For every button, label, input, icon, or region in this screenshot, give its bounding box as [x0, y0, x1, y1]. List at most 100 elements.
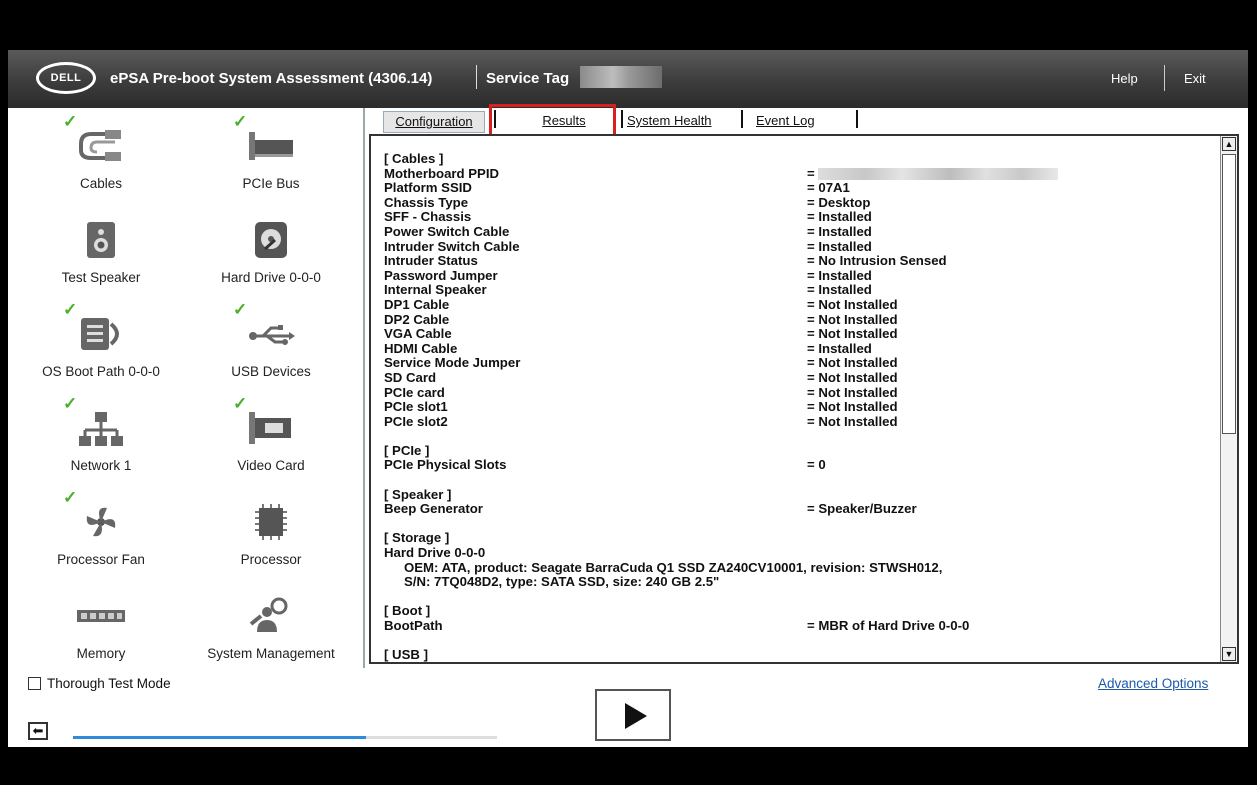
device-label: Cables [79, 176, 123, 191]
config-row: BootPath = MBR of Hard Drive 0-0-0 [384, 618, 970, 633]
device-video-card[interactable]: ✓ Video Card [191, 394, 351, 490]
config-row: Intruder Switch Cable = Installed [384, 238, 872, 254]
device-label: Video Card [237, 458, 305, 473]
config-row: VGA Cable = Not Installed [384, 326, 898, 342]
service-tag-redacted [580, 66, 662, 88]
scroll-thumb[interactable] [1222, 154, 1236, 434]
system-management-icon [249, 597, 288, 632]
config-row: PCIe slot1 = Not Installed [384, 399, 898, 415]
help-button[interactable]: Help [1111, 71, 1138, 86]
device-test-speaker[interactable]: Test Speaker [21, 208, 181, 302]
config-row: Service Mode Jumper = Not Installed [384, 355, 898, 371]
device-label: Hard Drive 0-0-0 [221, 270, 321, 285]
processor-icon [255, 504, 287, 540]
config-row: Platform SSID = 07A1 [384, 180, 850, 196]
speaker-icon [87, 222, 115, 258]
section-header-speaker: [ Speaker ] [384, 486, 452, 502]
device-label: Processor Fan [57, 552, 145, 567]
service-tag-label: Service Tag [486, 70, 570, 87]
boot-path-icon [81, 318, 119, 350]
device-processor[interactable]: Processor [191, 490, 351, 584]
hdd-detail-line: S/N: 7TQ048D2, type: SATA SSD, size: 240… [404, 574, 720, 590]
device-hard-drive[interactable]: Hard Drive 0-0-0 [191, 208, 351, 302]
tab-divider [621, 110, 623, 128]
device-processor-fan[interactable]: ✓ Processor Fan [21, 488, 181, 584]
device-memory[interactable]: Memory [21, 584, 181, 678]
progress-fill [73, 736, 366, 739]
config-row: Chassis Type = Desktop [384, 194, 871, 210]
config-row: Password Jumper = Installed [384, 267, 872, 283]
config-row: PCIe card = Not Installed [384, 384, 898, 400]
device-pcie-bus[interactable]: ✓ PCIe Bus [191, 112, 351, 208]
device-label: PCIe Bus [242, 176, 300, 191]
device-os-boot-path[interactable]: ✓ OS Boot Path 0-0-0 [21, 300, 181, 396]
dell-logo: DELL [36, 62, 96, 94]
config-row: SFF - Chassis = Installed [384, 209, 872, 225]
title-divider [476, 65, 477, 89]
tab-divider [856, 110, 858, 128]
section-header-cables: [ Cables ] [384, 151, 444, 166]
device-label: Memory [76, 646, 126, 661]
tab-configuration[interactable]: Configuration [383, 111, 485, 133]
config-row: Intruder Status = No Intrusion Sensed [384, 253, 947, 269]
tab-results[interactable]: Results [502, 111, 626, 131]
title-bar: DELL ePSA Pre-boot System Assessment (43… [8, 50, 1248, 108]
thorough-test-mode-checkbox[interactable]: Thorough Test Mode [28, 676, 171, 691]
config-row: Power Switch Cable = Installed [384, 223, 872, 239]
video-card-icon [249, 412, 291, 444]
section-header-storage: [ Storage ] [384, 530, 450, 546]
device-cables[interactable]: ✓ Cables [21, 112, 181, 208]
device-label: Processor [240, 552, 302, 567]
device-usb[interactable]: ✓ USB Devices [191, 300, 351, 396]
section-header-usb: [ USB ] [384, 647, 428, 663]
header-divider [1164, 65, 1165, 91]
play-icon [625, 703, 647, 729]
config-row: Hard Drive 0-0-0 [384, 545, 486, 561]
device-label: System Management [207, 646, 335, 661]
config-row: Internal Speaker = Installed [384, 282, 872, 298]
config-row: PCIe slot2 = Not Installed [384, 413, 898, 429]
config-row: DP2 Cable = Not Installed [384, 311, 898, 327]
config-row: Motherboard PPID = [384, 166, 1214, 182]
config-row: PCIe Physical Slots = 0 [384, 457, 826, 473]
config-row: HDMI Cable = Installed [384, 340, 872, 356]
tab-event-log[interactable]: Event Log [756, 111, 815, 131]
config-row: Beep Generator = Speaker/Buzzer [384, 501, 917, 517]
cable-icon [79, 130, 121, 161]
run-tests-button[interactable] [595, 689, 671, 741]
vertical-scrollbar[interactable]: ▲ ▼ [1220, 136, 1237, 662]
section-header-pcie: [ PCIe ] [384, 442, 430, 458]
exit-button[interactable]: Exit [1184, 71, 1206, 86]
memory-icon [77, 610, 125, 622]
device-label: OS Boot Path 0-0-0 [42, 364, 160, 379]
hard-drive-icon [255, 222, 287, 258]
app-title: ePSA Pre-boot System Assessment (4306.14… [110, 70, 433, 87]
back-arrow-icon[interactable]: ⬅ [28, 722, 48, 740]
device-label: USB Devices [231, 364, 311, 379]
checkbox-box[interactable] [28, 677, 41, 690]
thorough-label: Thorough Test Mode [47, 676, 171, 691]
network-icon [79, 412, 123, 446]
fan-icon [86, 507, 116, 537]
device-panel: ✓ Cables ✓ PCIe Bus Test Speaker Hard Dr… [8, 108, 365, 668]
tab-divider [494, 110, 496, 128]
tab-divider [741, 110, 743, 128]
device-label: Network 1 [70, 458, 132, 473]
tab-system-health[interactable]: System Health [627, 111, 712, 131]
scroll-up-button[interactable]: ▲ [1222, 137, 1236, 151]
device-network[interactable]: ✓ Network 1 [21, 394, 181, 490]
scroll-down-button[interactable]: ▼ [1222, 647, 1236, 661]
device-system-management[interactable]: System Management [191, 584, 351, 678]
advanced-options-link[interactable]: Advanced Options [1098, 676, 1208, 691]
configuration-content[interactable]: [ Cables ] Motherboard PPID = Platform SS… [369, 134, 1239, 664]
tab-bar: Configuration Results System Health Even… [376, 104, 1236, 138]
usb-icon [249, 325, 295, 345]
pcie-card-icon [249, 132, 293, 160]
epsa-screen: DELL ePSA Pre-boot System Assessment (43… [8, 50, 1248, 747]
ppid-redacted [818, 168, 1059, 181]
device-label: Test Speaker [61, 270, 141, 285]
